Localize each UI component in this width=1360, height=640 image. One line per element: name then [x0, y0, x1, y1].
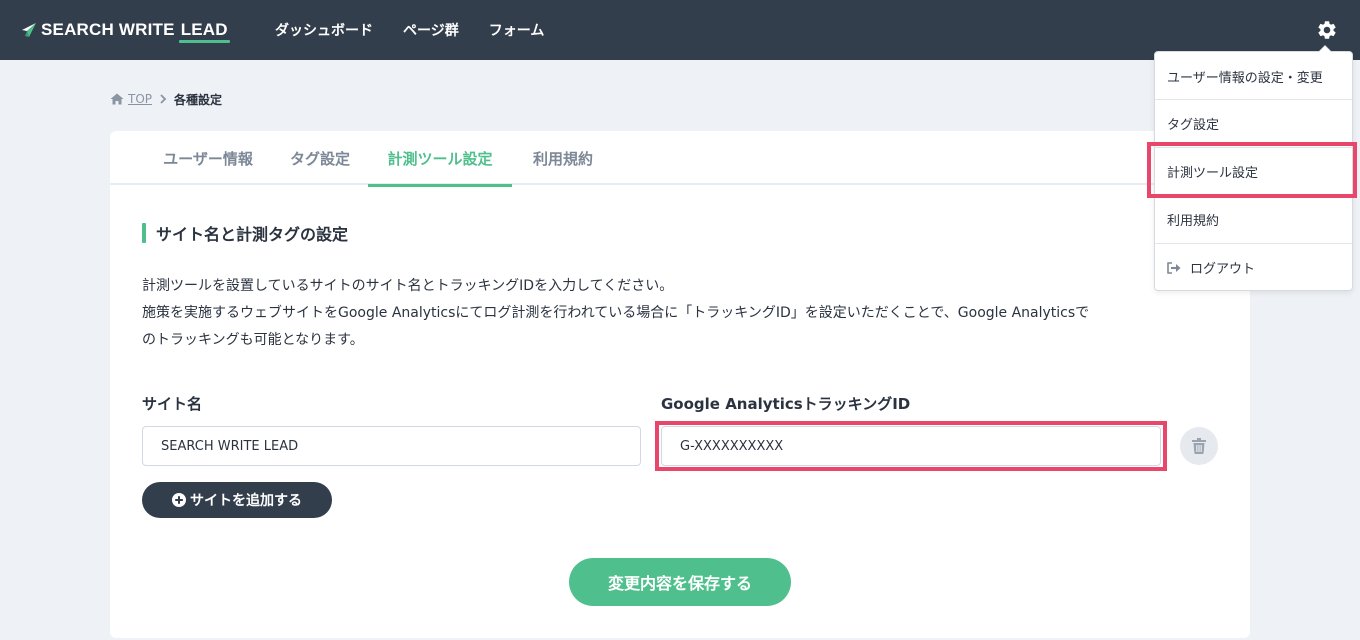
logo-mark-icon	[22, 23, 36, 37]
save-changes-button[interactable]: 変更内容を保存する	[569, 558, 791, 606]
tracking-id-label: Google AnalyticsトラッキングID	[661, 395, 911, 413]
breadcrumb-top-link[interactable]: TOP	[128, 92, 152, 106]
tab-user-info[interactable]: ユーザー情報	[150, 131, 266, 185]
section-title: サイト名と計測タグの設定	[156, 225, 349, 244]
description-line: 計測ツールを設置しているサイトのサイト名とトラッキングIDを入力してください。	[142, 278, 674, 294]
section-description: 計測ツールを設置しているサイトのサイト名とトラッキングIDを入力してください。 …	[142, 273, 1222, 354]
menu-item-tag-settings[interactable]: タグ設定	[1155, 99, 1352, 147]
section-heading-accent-bar	[142, 223, 146, 243]
logo-text-accent: LEAD	[178, 20, 230, 43]
description-line: のトラッキングも可能となります。	[142, 332, 364, 348]
nav-item-pages[interactable]: ページ群	[403, 20, 459, 40]
tab-measurement-tools[interactable]: 計測ツール設定	[368, 131, 512, 187]
add-site-button[interactable]: サイトを追加する	[142, 482, 332, 518]
menu-item-highlight-box	[1147, 142, 1357, 198]
settings-tabs: ユーザー情報 タグ設定 計測ツール設定 利用規約	[110, 131, 1250, 187]
chevron-right-icon	[160, 94, 167, 104]
description-line: 施策を実施するウェブサイトをGoogle Analyticsにてログ計測を行われ…	[142, 305, 1090, 321]
logo[interactable]: SEARCH WRITE LEAD	[20, 19, 230, 43]
section-heading: サイト名と計測タグの設定	[142, 223, 349, 244]
sign-out-icon	[1167, 261, 1181, 274]
menu-item-terms[interactable]: 利用規約	[1155, 195, 1352, 243]
logout-label: ログアウト	[1190, 262, 1256, 277]
menu-item-user-settings[interactable]: ユーザー情報の設定・変更	[1155, 52, 1352, 100]
settings-card: ユーザー情報 タグ設定 計測ツール設定 利用規約 サイト名と計測タグの設定 計測…	[110, 131, 1250, 638]
breadcrumb-current: 各種設定	[174, 92, 223, 107]
nav-item-forms[interactable]: フォーム	[489, 20, 545, 40]
trash-icon	[1192, 438, 1206, 454]
gear-icon[interactable]	[1316, 19, 1338, 41]
nav-item-dashboard[interactable]: ダッシュボード	[275, 20, 373, 40]
logo-text: SEARCH WRITE	[41, 20, 175, 39]
plus-circle-icon	[172, 493, 186, 507]
tab-tag-settings[interactable]: タグ設定	[276, 131, 364, 185]
add-site-button-label: サイトを追加する	[190, 493, 302, 509]
delete-site-button[interactable]	[1180, 427, 1218, 465]
tab-terms[interactable]: 利用規約	[518, 131, 608, 185]
site-name-label: サイト名	[142, 395, 203, 413]
breadcrumb: TOP 各種設定	[110, 90, 222, 108]
menu-item-logout[interactable]: ログアウト	[1155, 243, 1352, 291]
site-name-input[interactable]	[142, 426, 641, 466]
tracking-id-highlight-box	[655, 421, 1167, 471]
home-icon[interactable]	[110, 93, 124, 105]
main-nav: ダッシュボード ページ群 フォーム	[275, 0, 574, 60]
